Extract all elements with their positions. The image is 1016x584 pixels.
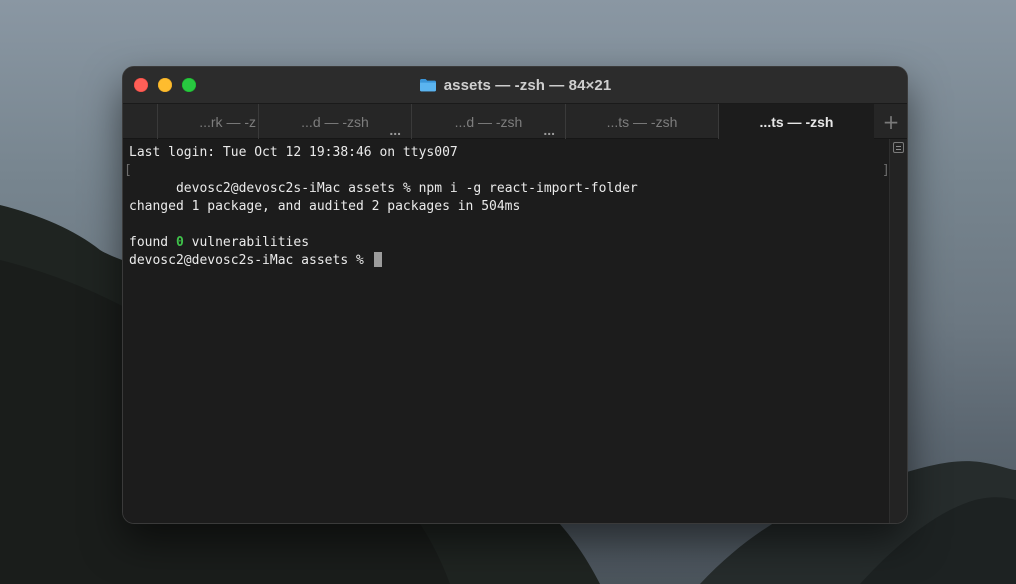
tab-5-active[interactable]: ...ts — -zsh — [719, 104, 874, 139]
new-tab-button[interactable]: + — [875, 104, 907, 139]
command-line: [devosc2@devosc2s-iMac assets % npm i -g… — [124, 162, 890, 196]
vulnerabilities-line: found 0 vulnerabilities — [129, 234, 889, 252]
tab-overflow-icon[interactable]: ... — [543, 123, 555, 137]
vulnerability-count: 0 — [175, 235, 184, 250]
scroll-menu-icon[interactable] — [893, 142, 904, 153]
title-bar[interactable]: assets — -zsh — 84×21 — [123, 67, 907, 103]
window-title-group: assets — -zsh — 84×21 — [123, 67, 907, 103]
window-title: assets — -zsh — 84×21 — [443, 76, 612, 94]
tab-3[interactable]: ...d — -zsh ... — [412, 104, 566, 139]
tab-1[interactable]: ...rk — -z — [158, 104, 259, 139]
mark-bracket-open: [ — [124, 163, 132, 178]
found-suffix: vulnerabilities — [183, 235, 310, 250]
terminal-window: assets — -zsh — 84×21 ...rk — -z ...d — … — [123, 67, 907, 523]
tab-label: ...d — -zsh — [301, 113, 369, 130]
tab-overflow-icon[interactable]: ... — [389, 123, 401, 137]
folder-icon — [419, 79, 436, 92]
tab-label: ...ts — -zsh — [606, 113, 678, 130]
tab-2[interactable]: ...d — -zsh ... — [259, 104, 412, 139]
tab-bar-spacer — [123, 104, 158, 139]
login-line: Last login: Tue Oct 12 19:38:46 on ttys0… — [129, 145, 458, 160]
prompt: devosc2@devosc2s-iMac assets % — [129, 253, 372, 268]
tab-bar: ...rk — -z ...d — -zsh ... ...d — -zsh .… — [123, 103, 907, 139]
output-changed-line: changed 1 package, and audited 2 package… — [129, 199, 521, 214]
tab-label: ...ts — -zsh — [759, 113, 834, 130]
tab-label: ...rk — -z — [199, 113, 256, 130]
tab-4[interactable]: ...ts — -zsh — [566, 104, 719, 139]
scrollbar[interactable] — [889, 139, 907, 523]
tab-label: ...d — -zsh — [454, 113, 523, 130]
terminal-output[interactable]: Last login: Tue Oct 12 19:38:46 on ttys0… — [123, 139, 890, 523]
found-prefix: found — [129, 235, 176, 250]
text-cursor — [373, 252, 382, 267]
final-prompt-line: devosc2@devosc2s-iMac assets % — [129, 252, 889, 270]
